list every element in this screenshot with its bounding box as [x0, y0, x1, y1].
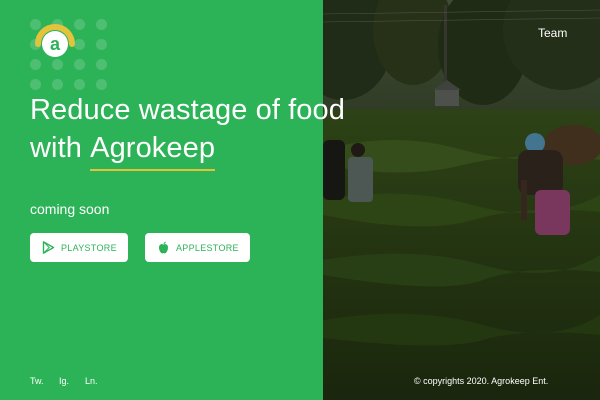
decorative-dot [96, 59, 107, 70]
playstore-label: PLAYSTORE [61, 242, 117, 253]
decorative-dot [96, 19, 107, 30]
headline-line-1: Reduce wastage of food [30, 94, 345, 126]
decorative-dot [96, 79, 107, 90]
copyright-text: © copyrights 2020. Agrokeep Ent. [414, 376, 549, 386]
hero-panel: a Reduce wastage of food with Agrokeep c… [0, 0, 345, 400]
decorative-dot [30, 79, 41, 90]
playstore-button[interactable]: PLAYSTORE [30, 233, 128, 262]
linkedin-link[interactable]: Ln. [85, 376, 98, 386]
agrokeep-logo[interactable]: a [32, 18, 76, 62]
instagram-link[interactable]: Ig. [59, 376, 69, 386]
decorative-dot [96, 39, 107, 50]
hero-headline: Reduce wastage of food with Agrokeep [30, 91, 410, 171]
applestore-button[interactable]: APPLESTORE [145, 233, 250, 262]
decorative-dot [52, 79, 63, 90]
decorative-dot [74, 79, 85, 90]
coming-soon-text: coming soon [30, 201, 110, 217]
applestore-label: APPLESTORE [176, 242, 239, 253]
twitter-link[interactable]: Tw. [30, 376, 44, 386]
team-nav-link[interactable]: Team [538, 26, 567, 40]
google-play-icon [42, 241, 55, 254]
hero-photo [323, 0, 600, 400]
headline-line-2-prefix: with [30, 132, 91, 164]
svg-text:a: a [50, 34, 61, 54]
apple-icon [157, 241, 170, 254]
headline-brand: Agrokeep [90, 129, 216, 171]
